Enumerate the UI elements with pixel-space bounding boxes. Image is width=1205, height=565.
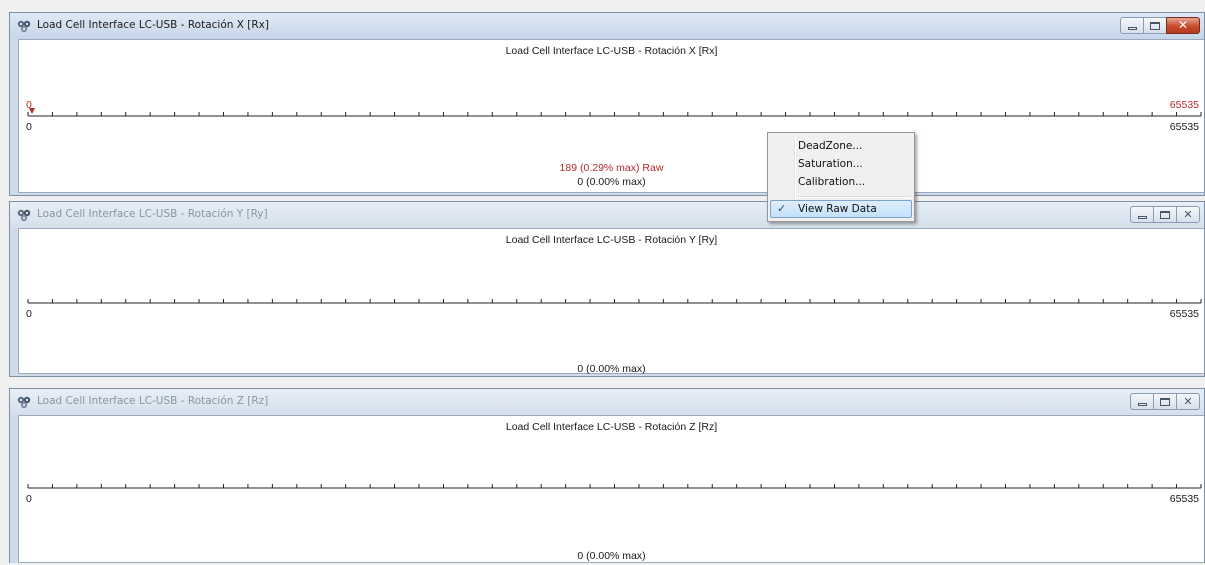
- load-cell-app-icon: [17, 209, 31, 222]
- scale-max-label: 65535: [1169, 493, 1199, 505]
- axis-scale: [27, 108, 1202, 117]
- menu-item-calibration[interactable]: Calibration...: [770, 173, 912, 191]
- marker-max-value: 65535: [1169, 99, 1199, 111]
- minimize-icon: [1137, 403, 1147, 406]
- menu-item-label: View Raw Data: [798, 203, 877, 215]
- window-controls: ✕: [1130, 393, 1200, 411]
- window-title: Load Cell Interface LC-USB - Rotación Z …: [37, 395, 269, 407]
- window-title-bar[interactable]: Load Cell Interface LC-USB - Rotación Z …: [10, 389, 1204, 415]
- window-rz[interactable]: Load Cell Interface LC-USB - Rotación Z …: [9, 388, 1205, 563]
- scale-min-label: 0: [26, 493, 32, 505]
- window-title: Load Cell Interface LC-USB - Rotación X …: [37, 19, 269, 31]
- maximize-icon: [1160, 397, 1170, 406]
- scale-min-label: 0: [26, 121, 32, 133]
- menu-item-label: Calibration...: [798, 176, 866, 188]
- maximize-icon: [1150, 21, 1160, 30]
- load-cell-app-icon: [17, 396, 31, 409]
- minimize-button[interactable]: [1120, 17, 1144, 34]
- window-title-bar[interactable]: Load Cell Interface LC-USB - Rotación Y …: [10, 202, 1204, 228]
- close-button[interactable]: ✕: [1166, 17, 1200, 34]
- window-rx[interactable]: Load Cell Interface LC-USB - Rotación X …: [9, 12, 1205, 196]
- menu-separator: [796, 196, 911, 198]
- minimize-icon: [1137, 216, 1147, 219]
- window-client-area[interactable]: Load Cell Interface LC-USB - Rotación Y …: [18, 228, 1204, 375]
- axis-scale: [27, 484, 1202, 489]
- menu-item-label: DeadZone...: [798, 140, 863, 152]
- window-client-area[interactable]: Load Cell Interface LC-USB - Rotación X …: [18, 39, 1204, 193]
- maximize-button[interactable]: [1143, 17, 1167, 34]
- menu-item-saturation[interactable]: Saturation...: [770, 155, 912, 173]
- close-icon: ✕: [1177, 18, 1189, 32]
- menu-item-label: Saturation...: [798, 158, 863, 170]
- close-icon: ✕: [1183, 395, 1193, 408]
- context-menu: DeadZone... Saturation... Calibration...…: [767, 132, 915, 222]
- check-icon: ✓: [777, 202, 787, 215]
- raw-readout: 189 (0.29% max) Raw: [559, 162, 664, 174]
- maximize-icon: [1160, 210, 1170, 219]
- scale-max-label: 65535: [1169, 308, 1199, 320]
- axis-scale: [27, 299, 1202, 304]
- window-title-bar[interactable]: Load Cell Interface LC-USB - Rotación X …: [10, 13, 1204, 39]
- load-cell-app-icon: [17, 20, 31, 33]
- menu-item-view-raw-data[interactable]: ✓ View Raw Data: [770, 200, 912, 218]
- minimize-button[interactable]: [1130, 206, 1154, 223]
- window-controls: ✕: [1130, 206, 1200, 224]
- scale-min-label: 0: [26, 308, 32, 320]
- marker-value: 0: [26, 99, 32, 111]
- minimize-button[interactable]: [1130, 393, 1154, 410]
- close-button[interactable]: ✕: [1176, 393, 1200, 410]
- window-client-area[interactable]: Load Cell Interface LC-USB - Rotación Z …: [18, 415, 1204, 563]
- maximize-button[interactable]: [1153, 206, 1177, 223]
- window-ry[interactable]: Load Cell Interface LC-USB - Rotación Y …: [9, 201, 1205, 377]
- close-icon: ✕: [1183, 208, 1193, 221]
- maximize-button[interactable]: [1153, 393, 1177, 410]
- window-controls: ✕: [1120, 17, 1200, 35]
- menu-item-deadzone[interactable]: DeadZone...: [770, 137, 912, 155]
- minimize-icon: [1127, 27, 1137, 30]
- close-button[interactable]: ✕: [1176, 206, 1200, 223]
- scale-max-label: 65535: [1169, 121, 1199, 133]
- value-readout: 0 (0.00% max): [577, 550, 646, 562]
- value-readout: 0 (0.00% max): [577, 176, 646, 188]
- value-readout: 0 (0.00% max): [577, 363, 646, 375]
- window-title: Load Cell Interface LC-USB - Rotación Y …: [37, 208, 268, 220]
